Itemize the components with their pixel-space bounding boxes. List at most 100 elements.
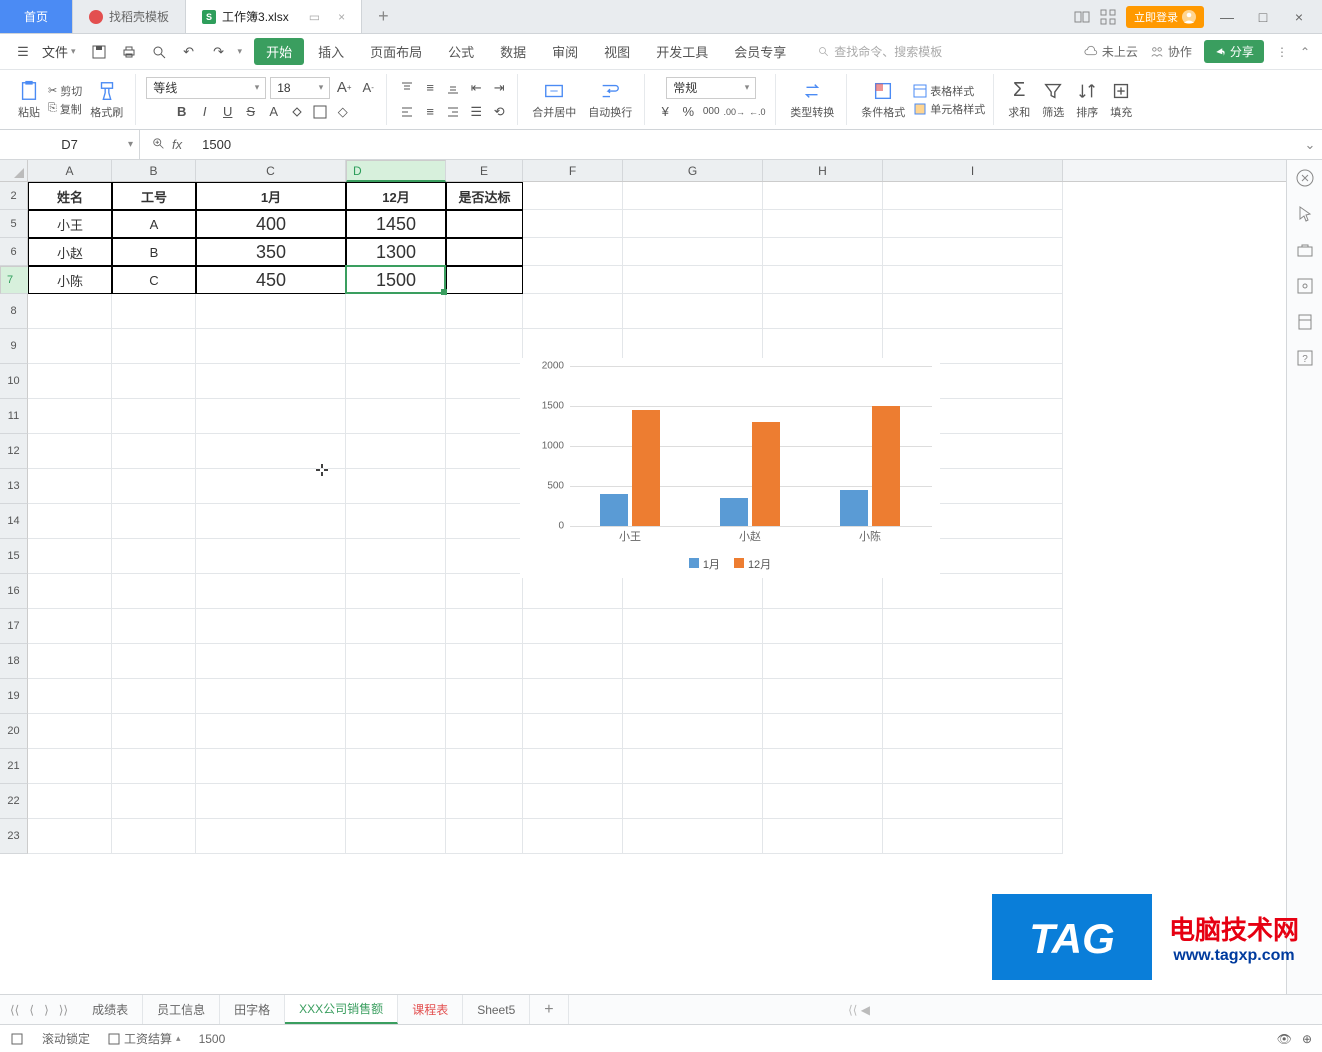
fx-icon[interactable]: fx bbox=[172, 137, 182, 152]
font-select[interactable]: 等线▾ bbox=[146, 77, 266, 99]
align-bot-button[interactable] bbox=[443, 78, 463, 98]
cell[interactable] bbox=[28, 469, 112, 504]
ai-icon[interactable] bbox=[1295, 168, 1315, 188]
cell[interactable] bbox=[623, 679, 763, 714]
cell[interactable] bbox=[883, 679, 1063, 714]
cell[interactable] bbox=[346, 434, 446, 469]
window-split-icon[interactable]: ▭ bbox=[309, 10, 320, 24]
cell[interactable] bbox=[112, 784, 196, 819]
percent-button[interactable]: % bbox=[678, 102, 698, 122]
clear-fmt-button[interactable]: ◇ bbox=[333, 102, 353, 122]
cell[interactable] bbox=[763, 182, 883, 210]
cell[interactable] bbox=[523, 644, 623, 679]
menu-tab-8[interactable]: 会员专享 bbox=[722, 38, 798, 65]
row-header-17[interactable]: 17 bbox=[0, 609, 28, 644]
cell[interactable] bbox=[28, 679, 112, 714]
cell[interactable] bbox=[346, 644, 446, 679]
sheet-tab[interactable]: Sheet5 bbox=[463, 995, 530, 1024]
cell[interactable] bbox=[763, 749, 883, 784]
cell[interactable] bbox=[883, 784, 1063, 819]
calc-mode[interactable]: 工资结算▴ bbox=[108, 1030, 181, 1047]
cell[interactable] bbox=[28, 714, 112, 749]
expand-formula-icon[interactable]: ⌄ bbox=[1298, 137, 1322, 153]
tab-file-active[interactable]: S 工作簿3.xlsx ▭ × bbox=[186, 0, 362, 33]
cell[interactable] bbox=[346, 539, 446, 574]
close-icon[interactable]: × bbox=[338, 10, 345, 24]
border-button[interactable] bbox=[310, 102, 330, 122]
chart-bar[interactable] bbox=[720, 498, 748, 526]
cell[interactable] bbox=[523, 714, 623, 749]
cell[interactable] bbox=[196, 749, 346, 784]
sheet-tab[interactable]: 课程表 bbox=[398, 995, 463, 1024]
cell[interactable] bbox=[28, 434, 112, 469]
cell[interactable] bbox=[883, 238, 1063, 266]
cell[interactable] bbox=[446, 679, 523, 714]
minimize-button[interactable]: — bbox=[1214, 9, 1240, 25]
apps-icon[interactable] bbox=[1100, 9, 1116, 25]
menu-tab-5[interactable]: 审阅 bbox=[540, 38, 590, 65]
table-cell[interactable] bbox=[446, 266, 523, 294]
cell[interactable] bbox=[523, 182, 623, 210]
menu-tab-0[interactable]: 开始 bbox=[254, 38, 304, 65]
table-cell[interactable]: 350 bbox=[196, 238, 346, 266]
strike-button[interactable]: S bbox=[241, 102, 261, 122]
menu-tab-3[interactable]: 公式 bbox=[436, 38, 486, 65]
cell[interactable] bbox=[523, 749, 623, 784]
cell[interactable] bbox=[346, 504, 446, 539]
table-cell[interactable]: 小赵 bbox=[28, 238, 112, 266]
align-mid-button[interactable]: ≡ bbox=[420, 78, 440, 98]
cell[interactable] bbox=[446, 749, 523, 784]
sheet-tab[interactable]: 员工信息 bbox=[143, 995, 220, 1024]
paste-button[interactable]: 粘贴 bbox=[14, 78, 44, 122]
sheet-next-icon[interactable]: ⟩ bbox=[40, 1001, 53, 1019]
sheet-first-icon[interactable]: ⟨⟨ bbox=[6, 1001, 23, 1019]
sort-button[interactable]: 排序 bbox=[1072, 78, 1102, 122]
table-header[interactable]: 12月 bbox=[346, 182, 446, 210]
cell[interactable] bbox=[196, 434, 346, 469]
cell[interactable] bbox=[763, 210, 883, 238]
cell[interactable] bbox=[883, 609, 1063, 644]
cell[interactable] bbox=[883, 210, 1063, 238]
number-format-select[interactable]: 常规▾ bbox=[666, 77, 756, 99]
underline-button[interactable]: U bbox=[218, 102, 238, 122]
type-convert-button[interactable]: 类型转换 bbox=[786, 78, 838, 122]
table-header[interactable]: 是否达标 bbox=[446, 182, 523, 210]
print-icon[interactable] bbox=[118, 41, 140, 63]
col-header-C[interactable]: C bbox=[196, 160, 346, 181]
cell[interactable] bbox=[112, 294, 196, 329]
cell[interactable] bbox=[346, 399, 446, 434]
menu-tab-1[interactable]: 插入 bbox=[306, 38, 356, 65]
cell[interactable] bbox=[623, 644, 763, 679]
cell[interactable] bbox=[28, 644, 112, 679]
row-header-18[interactable]: 18 bbox=[0, 644, 28, 679]
cell[interactable] bbox=[763, 266, 883, 294]
cell[interactable] bbox=[446, 609, 523, 644]
cell[interactable] bbox=[196, 679, 346, 714]
cell[interactable] bbox=[196, 399, 346, 434]
table-cell[interactable]: 1500 bbox=[346, 266, 446, 294]
cell[interactable] bbox=[623, 210, 763, 238]
row-header-6[interactable]: 6 bbox=[0, 238, 28, 266]
size-select[interactable]: 18▾ bbox=[270, 77, 330, 99]
table-cell[interactable]: 400 bbox=[196, 210, 346, 238]
col-header-A[interactable]: A bbox=[28, 160, 112, 181]
chart-bar[interactable] bbox=[840, 490, 868, 526]
cell[interactable] bbox=[623, 238, 763, 266]
row-header-14[interactable]: 14 bbox=[0, 504, 28, 539]
cell[interactable] bbox=[196, 294, 346, 329]
copy-button[interactable]: ⎘ 复制 bbox=[48, 101, 82, 117]
cell[interactable] bbox=[112, 364, 196, 399]
cell[interactable] bbox=[28, 329, 112, 364]
table-cell[interactable]: 450 bbox=[196, 266, 346, 294]
italic-button[interactable]: I bbox=[195, 102, 215, 122]
row-header-16[interactable]: 16 bbox=[0, 574, 28, 609]
cell[interactable] bbox=[196, 714, 346, 749]
cell[interactable] bbox=[112, 504, 196, 539]
table-header[interactable]: 1月 bbox=[196, 182, 346, 210]
row-header-9[interactable]: 9 bbox=[0, 329, 28, 364]
cell[interactable] bbox=[623, 819, 763, 854]
format-painter-button[interactable]: 格式刷 bbox=[86, 78, 127, 122]
cell[interactable] bbox=[446, 329, 523, 364]
cell[interactable] bbox=[763, 294, 883, 329]
bold-button[interactable]: B bbox=[172, 102, 192, 122]
